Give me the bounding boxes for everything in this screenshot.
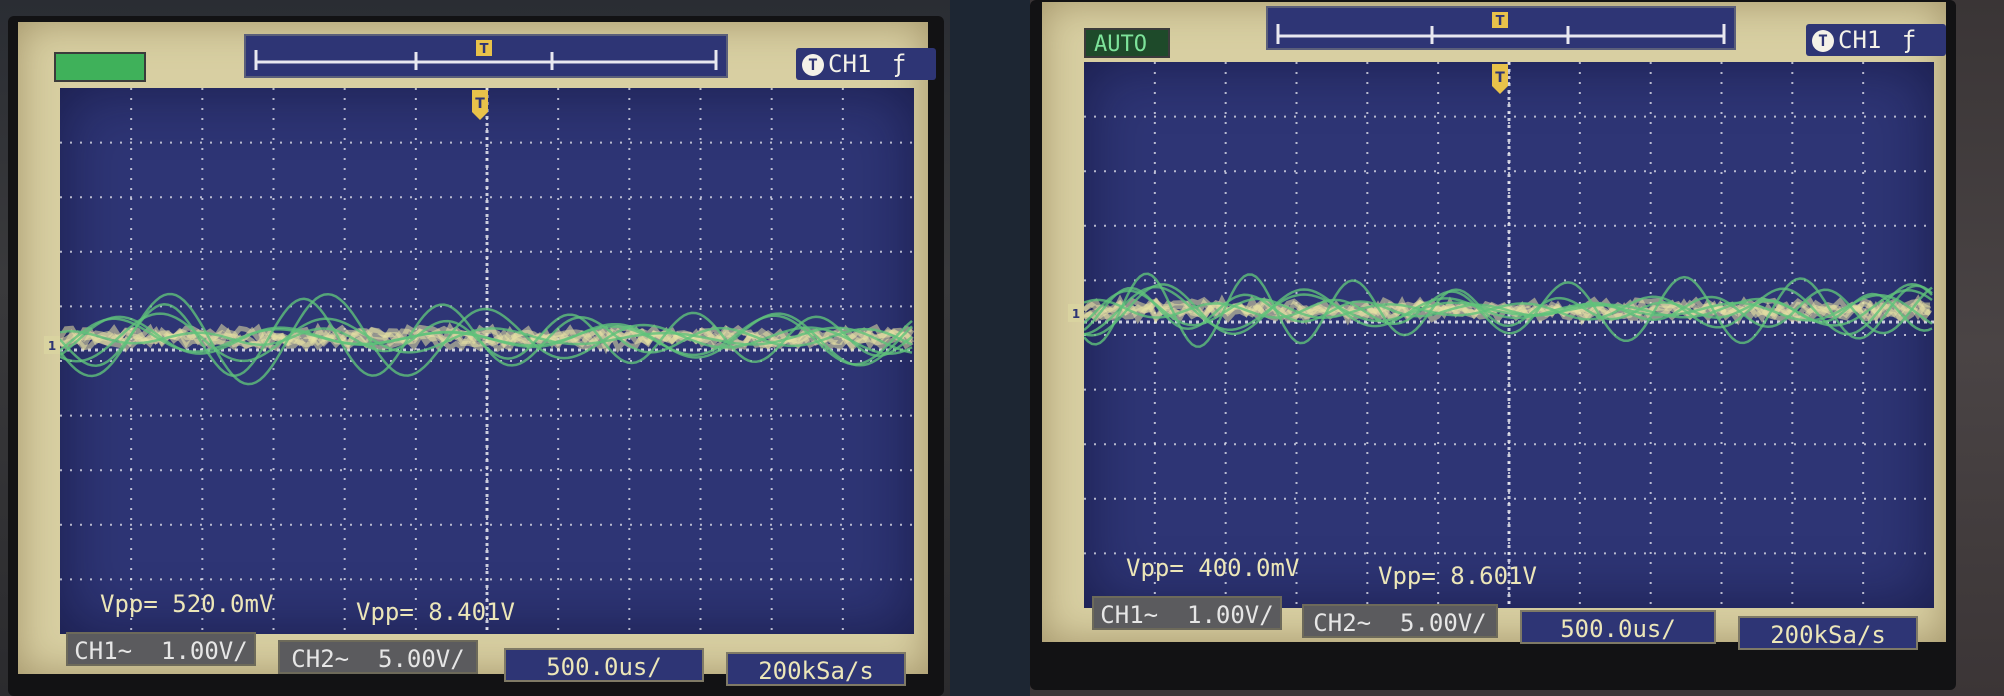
ch2-scale-box: CH2~ 5.00V/ <box>1302 604 1498 638</box>
run-mode-indicator: AUTO <box>1084 28 1170 58</box>
oscilloscope-photo-left: T T CH1 ƒ T 1 Vpp= 520.0mV Vpp= 8.401V CH… <box>0 0 950 696</box>
oscilloscope-photo-right: AUTO T T CH1 ƒ T 1 Vpp= 400.0mV Vpp= 8.60… <box>1030 0 2004 696</box>
ch2-vpp-readout: Vpp= 8.601V <box>1378 562 1537 590</box>
trigger-t-icon: T <box>802 54 824 76</box>
ch1-scale-box: CH1~ 1.00V/ <box>1092 596 1282 630</box>
trigger-position-marker-icon: T <box>472 90 488 120</box>
memory-timebar: T <box>244 34 728 78</box>
timebase-box: 500.0us/ <box>1520 610 1716 644</box>
svg-text:1: 1 <box>1072 307 1080 321</box>
memory-window-icon: T <box>254 40 718 70</box>
trigger-channel-label: CH1 <box>828 50 872 78</box>
svg-text:T: T <box>480 42 489 57</box>
waveform-plot <box>1084 62 1934 608</box>
waveform-display <box>1084 62 1934 608</box>
sample-rate-box: 200kSa/s <box>1738 616 1918 650</box>
svg-text:T: T <box>475 96 485 112</box>
run-mode-indicator <box>54 52 146 82</box>
svg-text:T: T <box>1495 70 1505 86</box>
waveform-plot <box>60 88 914 634</box>
graticule <box>60 88 914 634</box>
ch1-vpp-readout: Vpp= 520.0mV <box>100 590 274 618</box>
trigger-channel-label: CH1 <box>1838 26 1882 54</box>
ch1-vpp-readout: Vpp= 400.0mV <box>1126 554 1300 582</box>
memory-timebar: T <box>1266 6 1736 50</box>
ch1-ground-marker-icon: 1 <box>44 336 60 354</box>
timebase-box: 500.0us/ <box>504 648 704 682</box>
ch2-vpp-readout: Vpp= 8.401V <box>356 598 515 626</box>
waveform-display <box>60 88 914 634</box>
rising-edge-icon: ƒ <box>891 50 907 78</box>
ch2-scale-box: CH2~ 5.00V/ <box>278 640 478 674</box>
sample-rate-box: 200kSa/s <box>726 652 906 686</box>
rising-edge-icon: ƒ <box>1901 26 1917 54</box>
trigger-t-icon: T <box>1812 30 1834 52</box>
ch1-scale-box: CH1~ 1.00V/ <box>66 632 256 666</box>
trigger-source-indicator: T CH1 ƒ <box>1806 24 1946 56</box>
svg-text:T: T <box>1496 14 1505 29</box>
ch1-ground-marker-icon: 1 <box>1068 304 1084 322</box>
trigger-source-indicator: T CH1 ƒ <box>796 48 936 80</box>
trigger-position-marker-icon: T <box>1492 64 1508 94</box>
svg-text:1: 1 <box>48 339 56 353</box>
memory-window-icon: T <box>1276 12 1726 44</box>
